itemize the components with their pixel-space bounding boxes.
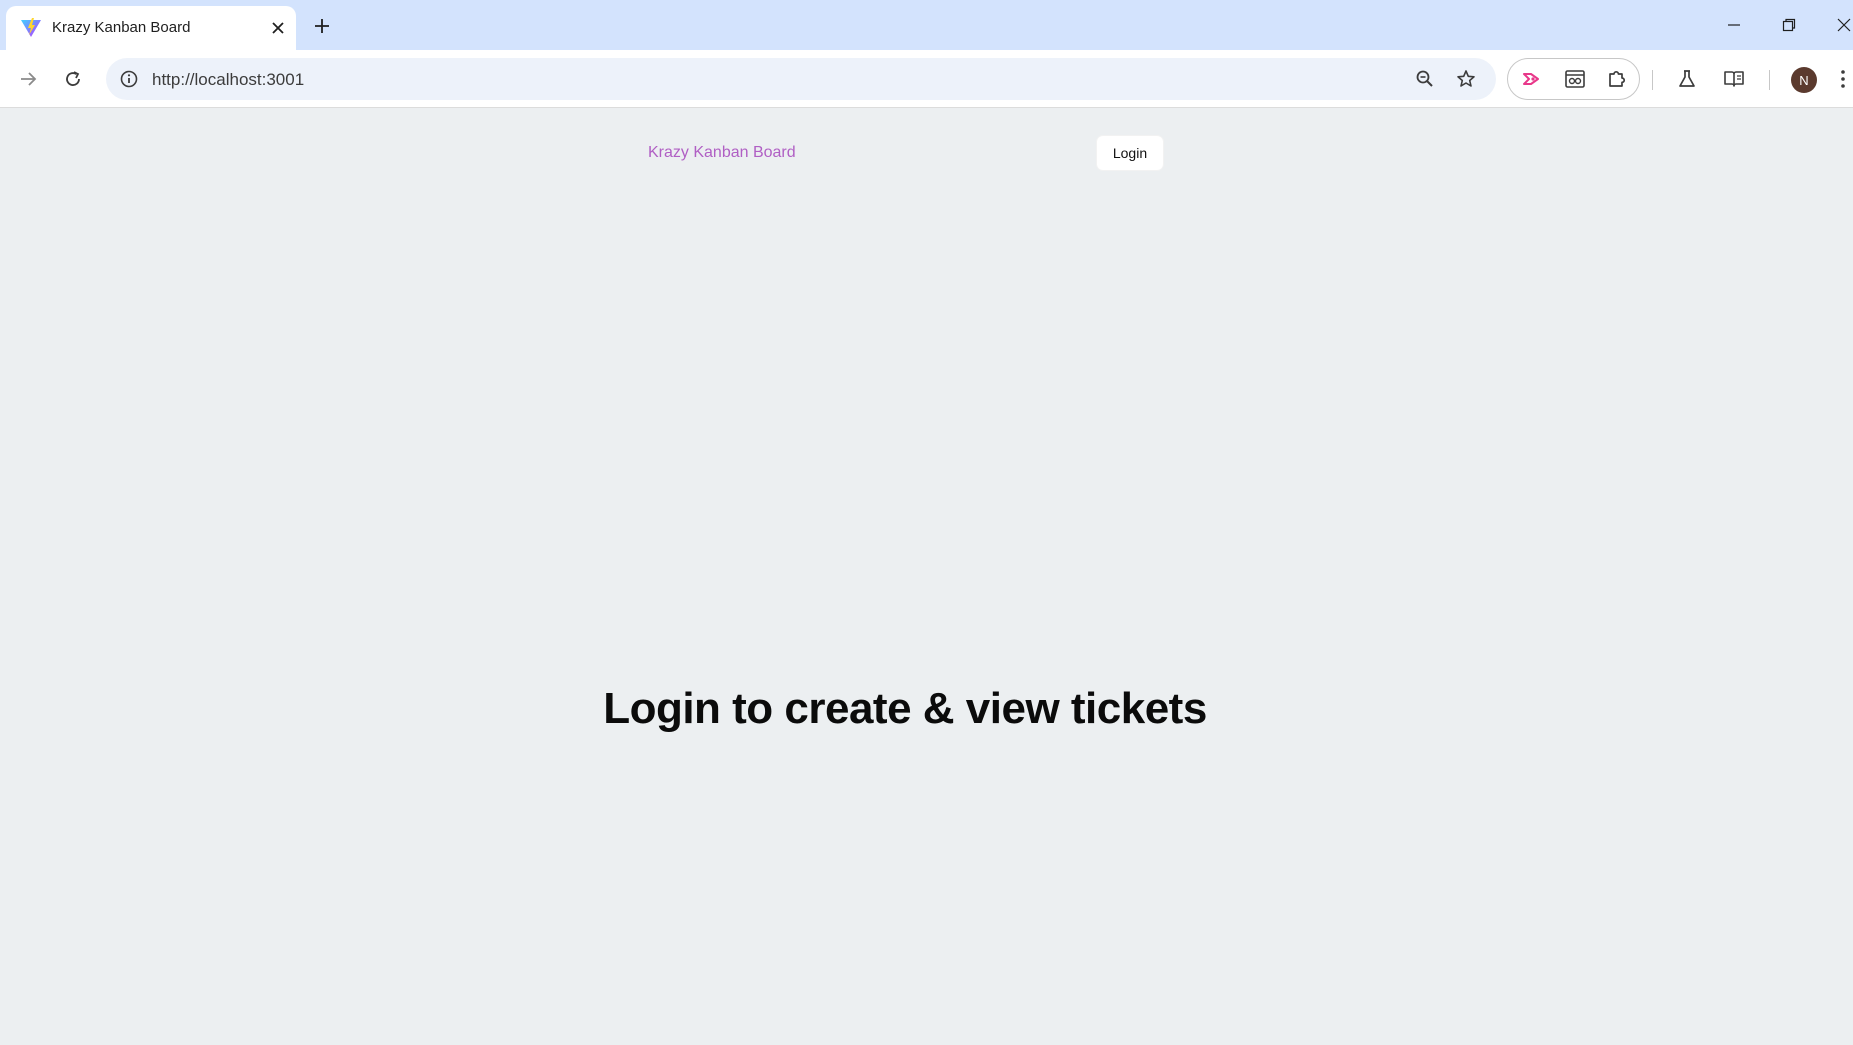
address-bar[interactable]: http://localhost:3001 (106, 58, 1496, 100)
site-info-icon[interactable] (113, 63, 145, 95)
profile-avatar[interactable]: N (1791, 67, 1817, 93)
vite-logo-icon (20, 17, 42, 39)
toolbar-divider (1769, 70, 1770, 90)
back-icon[interactable] (12, 63, 44, 95)
bookmark-star-icon[interactable] (1450, 63, 1482, 95)
close-icon[interactable] (1826, 10, 1853, 40)
extension-arrow-icon[interactable] (1516, 63, 1548, 95)
extensions-puzzle-icon[interactable] (1601, 63, 1633, 95)
brand-link[interactable]: Krazy Kanban Board (648, 144, 796, 162)
reading-mode-icon[interactable] (1718, 63, 1750, 95)
plus-icon[interactable] (310, 14, 334, 38)
extensions-group (1507, 58, 1640, 100)
zoom-icon[interactable] (1409, 63, 1441, 95)
menu-kebab-icon[interactable] (1833, 63, 1853, 95)
labs-flask-icon[interactable] (1671, 63, 1703, 95)
url-text: http://localhost:3001 (152, 70, 305, 89)
hero-heading: Login to create & view tickets (603, 684, 1207, 733)
page-viewport: Krazy Kanban Board Login Login to create… (0, 108, 1853, 1045)
toolbar-divider (1652, 70, 1653, 90)
restore-icon[interactable] (1771, 10, 1807, 40)
tab-title: Krazy Kanban Board (52, 19, 191, 36)
login-button[interactable]: Login (1097, 136, 1163, 170)
browser-toolbar: http://localhost:3001 N (0, 50, 1853, 108)
minimize-icon[interactable] (1716, 10, 1752, 40)
browser-tab[interactable]: Krazy Kanban Board (6, 6, 296, 50)
reload-icon[interactable] (57, 63, 89, 95)
extension-reader-icon[interactable] (1559, 63, 1591, 95)
tab-close-icon[interactable] (268, 18, 288, 38)
tab-strip: Krazy Kanban Board (0, 0, 1853, 50)
